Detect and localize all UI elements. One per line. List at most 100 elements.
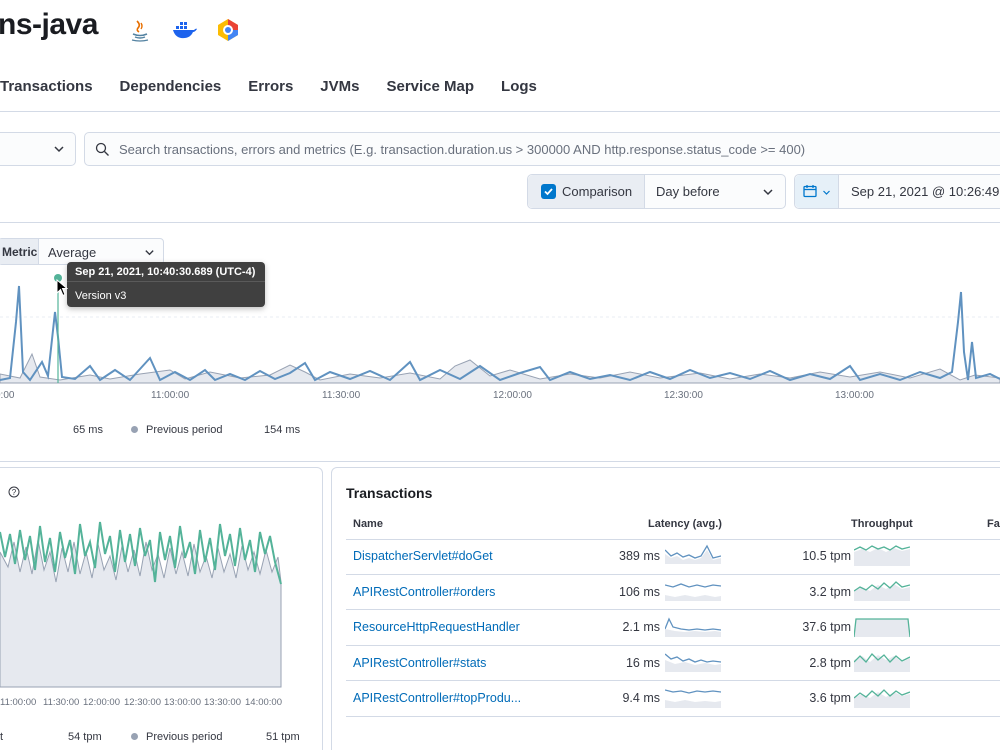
transaction-throughput: 3.2 tpm (809, 585, 851, 599)
row-divider (346, 539, 1000, 540)
column-header-name[interactable]: Name (353, 518, 383, 530)
tab-errors[interactable]: Errors (248, 74, 293, 99)
x-tick: 11:30:00 (43, 697, 80, 708)
comparison-control: Comparison Day before (527, 174, 786, 209)
column-header-throughput[interactable]: Throughput (851, 518, 913, 530)
comparison-checkbox[interactable] (541, 184, 556, 199)
help-icon[interactable]: ? (8, 486, 20, 498)
x-tick: 12:30:00 (124, 697, 161, 708)
date-start[interactable]: Sep 21, 2021 @ 10:26:49.8 (851, 184, 1000, 199)
docker-icon[interactable] (172, 18, 197, 42)
row-divider (346, 680, 1000, 681)
row-divider (346, 645, 1000, 646)
legend-current-value: 54 tpm (68, 731, 102, 743)
transaction-latency: 16 ms (625, 656, 660, 670)
transactions-title: Transactions (346, 485, 433, 501)
chevron-down-icon (763, 189, 773, 196)
throughput-sparkline (854, 618, 910, 638)
row-divider (346, 574, 1000, 575)
legend-current-label: t (0, 731, 4, 743)
latency-sparkline (665, 653, 721, 672)
throughput-sparkline (854, 653, 910, 672)
transaction-link[interactable]: APIRestController#topProdu... (353, 691, 521, 705)
x-tick: 12:30:00 (664, 390, 703, 401)
tooltip-divider (67, 281, 265, 282)
transaction-latency: 106 ms (619, 585, 660, 599)
legend-dot (131, 426, 138, 433)
java-icon[interactable] (128, 18, 152, 42)
legend-dot (131, 733, 138, 740)
x-tick: 14:00:00 (245, 697, 282, 708)
metric-value: Average (48, 245, 97, 260)
throughput-sparkline (854, 581, 910, 601)
chevron-down-icon (145, 250, 154, 256)
service-title: ns-java (0, 8, 98, 41)
previous-period-area (0, 539, 282, 688)
transaction-link[interactable]: ResourceHttpRequestHandler (353, 620, 520, 634)
tabs-divider (0, 111, 1000, 112)
gcp-icon[interactable] (216, 18, 240, 42)
x-tick: 12:00:00 (493, 390, 532, 401)
latency-sparkline (665, 583, 721, 601)
throughput-sparkline (854, 689, 910, 708)
tab-logs[interactable]: Logs (501, 74, 537, 99)
x-tick: 13:30:00 (204, 697, 241, 708)
x-tick: 13:00:00 (835, 390, 874, 401)
row-divider (346, 716, 1000, 717)
search-icon (95, 142, 109, 156)
legend-previous-label: Previous period (146, 424, 223, 436)
calendar-icon (803, 185, 817, 198)
mouse-cursor-icon (56, 279, 68, 297)
search-input[interactable]: Search transactions, errors and metrics … (84, 132, 1000, 166)
x-tick: 11:00:00 (151, 390, 190, 401)
legend-previous-value: 154 ms (264, 424, 301, 436)
throughput-sparkline (854, 545, 910, 566)
column-header-failed[interactable]: Fa (987, 518, 1000, 530)
tooltip-version: Version v3 (75, 290, 127, 302)
chart-tooltip: Sep 21, 2021, 10:40:30.689 (UTC-4) Versi… (67, 262, 265, 307)
row-divider (346, 609, 1000, 610)
transaction-throughput: 10.5 tpm (802, 549, 851, 563)
tech-icons (128, 18, 240, 42)
comparison-toggle[interactable]: Comparison (528, 175, 645, 208)
transaction-link[interactable]: APIRestController#orders (353, 585, 495, 599)
latency-sparkline (665, 689, 721, 708)
service-tabs: Transactions Dependencies Errors JVMs Se… (0, 74, 564, 99)
legend-previous-label: Previous period (146, 731, 223, 743)
tooltip-date: Sep 21, 2021, 10:40:30.689 (UTC-4) (75, 266, 256, 278)
legend-previous-period[interactable]: Previous period (131, 731, 222, 743)
x-tick: 0:00 (0, 390, 15, 401)
legend-previous-period[interactable]: Previous period (131, 424, 222, 436)
comparison-period-select[interactable]: Day before (656, 184, 720, 199)
throughput-chart[interactable] (0, 512, 285, 692)
transaction-throughput: 2.8 tpm (809, 656, 851, 670)
check-icon (544, 188, 553, 196)
tab-transactions[interactable]: Transactions (0, 74, 93, 99)
tab-service-map[interactable]: Service Map (386, 74, 474, 99)
metric-label: Metric (0, 239, 39, 264)
x-tick: 13:00:00 (164, 697, 201, 708)
x-tick: 12:00:00 (83, 697, 120, 708)
tab-dependencies[interactable]: Dependencies (120, 74, 222, 99)
chevron-down-icon (823, 190, 830, 195)
transaction-throughput: 37.6 tpm (802, 620, 851, 634)
x-tick: 11:00:00 (0, 697, 37, 708)
transaction-link[interactable]: APIRestController#stats (353, 656, 486, 670)
quick-select-button[interactable] (795, 175, 839, 208)
x-tick: 11:30:00 (322, 390, 361, 401)
tab-jvms[interactable]: JVMs (320, 74, 359, 99)
latency-metric-select[interactable]: Metric Average (0, 238, 164, 265)
latency-sparkline (665, 544, 721, 564)
latency-sparkline (665, 617, 721, 637)
legend-current-value: 65 ms (73, 424, 103, 436)
date-picker: Sep 21, 2021 @ 10:26:49.8 (794, 174, 1000, 209)
legend-previous-value: 51 tpm (266, 731, 300, 743)
transaction-throughput: 3.6 tpm (809, 691, 851, 705)
environment-select[interactable] (0, 132, 76, 166)
column-header-latency[interactable]: Latency (avg.) (648, 518, 722, 530)
svg-text:?: ? (12, 488, 17, 497)
comparison-label: Comparison (562, 184, 633, 199)
transaction-link[interactable]: DispatcherServlet#doGet (353, 549, 493, 563)
transaction-latency: 9.4 ms (622, 691, 660, 705)
search-placeholder: Search transactions, errors and metrics … (119, 142, 806, 157)
